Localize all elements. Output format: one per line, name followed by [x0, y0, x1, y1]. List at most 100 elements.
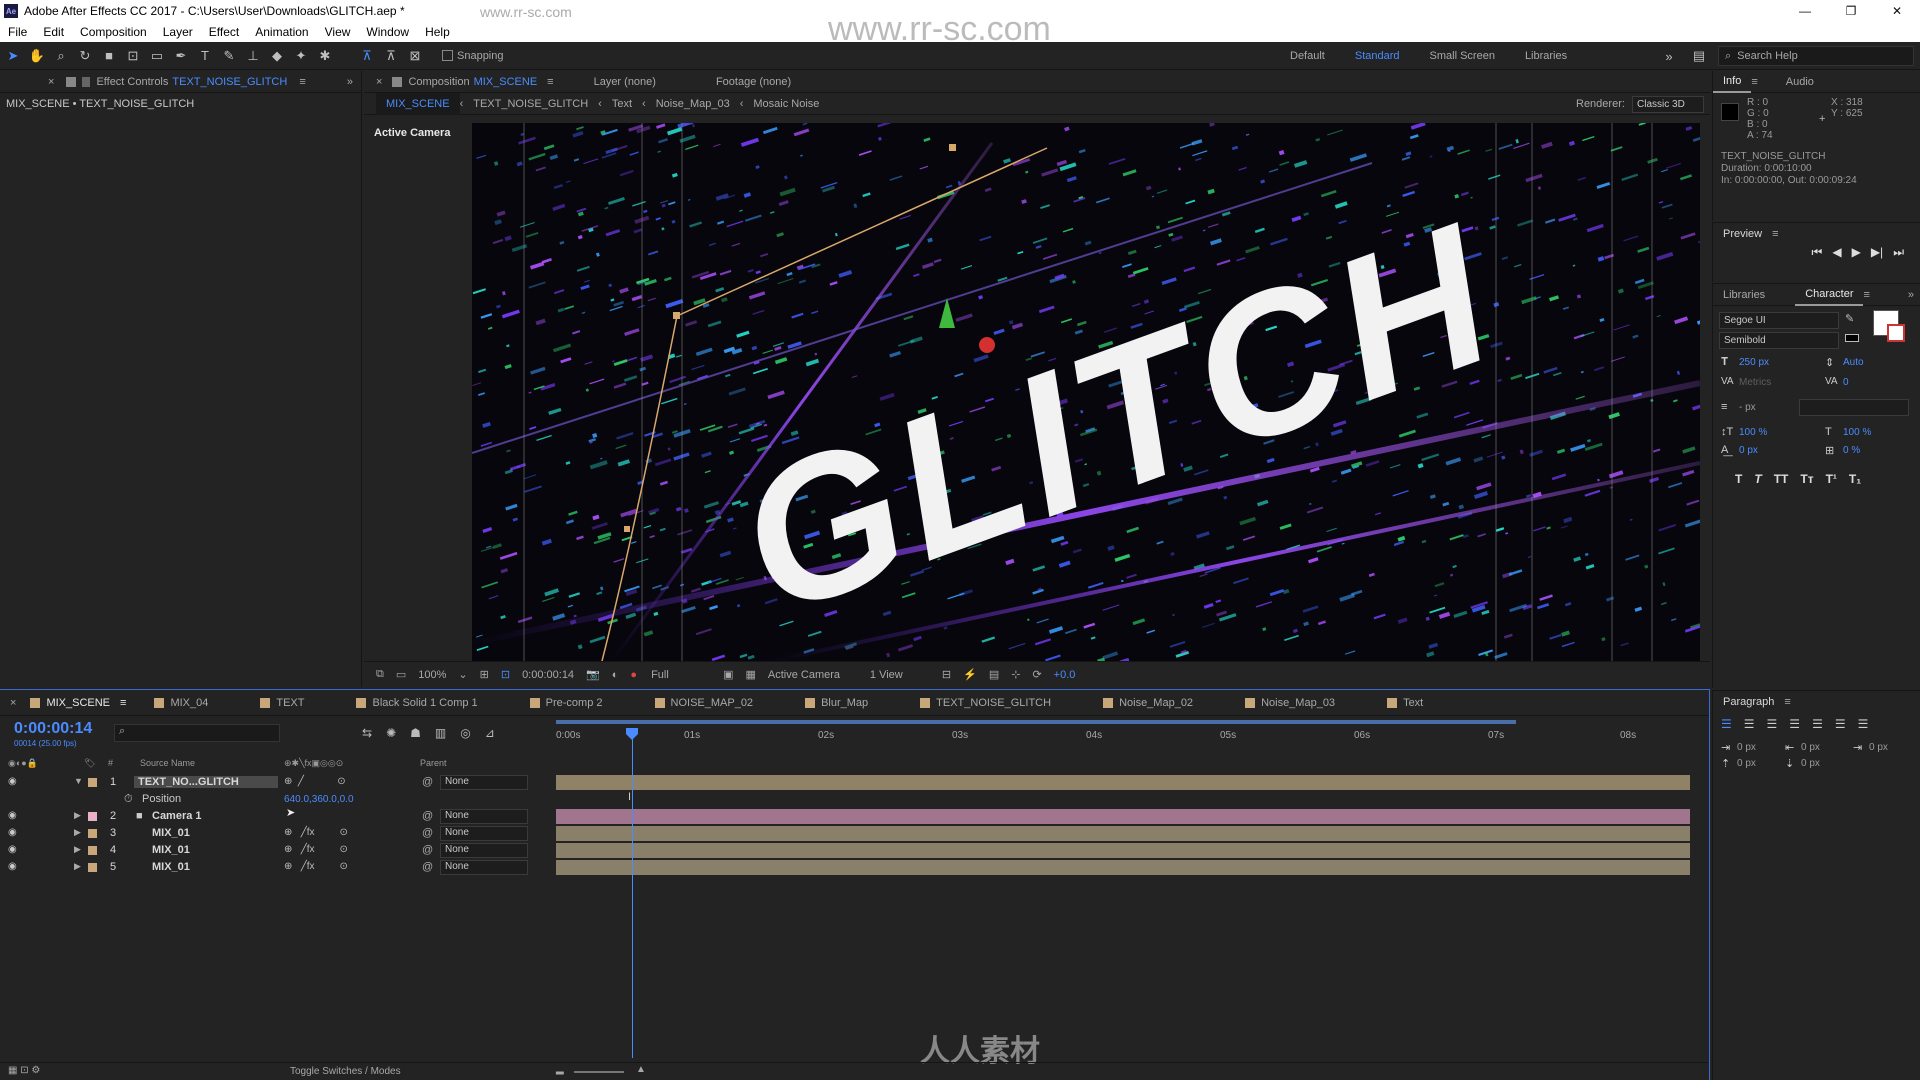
view-dropdown[interactable]: Active Camera — [768, 669, 858, 681]
tsume-value[interactable]: 0 % — [1843, 445, 1860, 456]
collapse-triangle-icon[interactable]: ▼ — [74, 776, 83, 786]
layer-color-label[interactable] — [88, 863, 97, 872]
faux-italic-button[interactable]: T — [1754, 472, 1761, 486]
layer-color-label[interactable] — [88, 846, 97, 855]
hand-tool-icon[interactable]: ✋ — [26, 45, 48, 67]
tab-character[interactable]: Character — [1795, 284, 1864, 306]
align-right-icon[interactable]: ☰ — [1767, 717, 1778, 731]
layer-viewer-tab[interactable]: Layer (none) — [594, 76, 656, 88]
rotate-tool-icon[interactable]: ↻ — [74, 45, 96, 67]
timeline-tab-text[interactable]: TEXT — [246, 697, 318, 709]
eye-icon[interactable]: ◉ — [8, 776, 17, 787]
next-frame-icon[interactable]: ▶| — [1871, 245, 1883, 260]
property-row[interactable]: ⏱ Position 640.0,360.0,0.0 I — [0, 791, 1700, 808]
horizontal-scale-value[interactable]: 100 % — [1843, 427, 1871, 438]
composition-label[interactable]: Composition — [408, 76, 469, 88]
zoom-slider[interactable] — [574, 1071, 624, 1073]
comp-menu-icon[interactable]: ≡ — [547, 76, 553, 88]
layer-switches[interactable]: ⊕ ╱fx ⊙ — [284, 827, 348, 838]
minimize-button[interactable]: — — [1782, 0, 1828, 22]
camera-tool-icon[interactable]: ■ — [98, 45, 120, 67]
layer-row[interactable]: ◉ ▶ 3 MIX_01 ⊕ ╱fx ⊙ @ None — [0, 825, 1700, 842]
menu-window[interactable]: Window — [358, 25, 417, 39]
timeline-tab-text-2[interactable]: Text — [1373, 697, 1437, 709]
position-property-value[interactable]: 640.0,360.0,0.0 — [284, 794, 354, 805]
parent-dropdown[interactable]: None — [440, 860, 528, 875]
kerning-value[interactable]: Metrics — [1739, 377, 1771, 388]
clone-stamp-tool-icon[interactable]: ⊥ — [242, 45, 264, 67]
font-size-value[interactable]: 250 px — [1739, 357, 1769, 368]
expand-triangle-icon[interactable]: ▶ — [74, 810, 81, 821]
indent-right-value[interactable]: 0 px — [1869, 742, 1888, 753]
stroke-color-swatch[interactable] — [1887, 324, 1905, 342]
parent-pickwhip-icon[interactable]: @ — [422, 844, 433, 856]
always-preview-icon[interactable]: ⧉ — [376, 668, 384, 681]
toggle-switches-modes-button[interactable]: Toggle Switches / Modes — [290, 1066, 401, 1077]
reset-exposure-icon[interactable]: ⟳ — [1032, 668, 1041, 681]
close-tab-icon[interactable]: × — [48, 76, 54, 88]
menu-edit[interactable]: Edit — [35, 25, 72, 39]
timeline-tab-noise-map-02b[interactable]: Noise_Map_02 — [1089, 697, 1207, 709]
justify-all-icon[interactable]: ☰ — [1858, 717, 1869, 731]
baseline-shift-value[interactable]: 0 px — [1739, 445, 1758, 456]
stroke-type-dropdown[interactable] — [1799, 399, 1909, 416]
lock-icon[interactable] — [66, 76, 77, 87]
transparency-grid-icon[interactable]: ▦ — [745, 668, 755, 681]
show-snapshot-icon[interactable]: ◐ — [612, 669, 619, 681]
eye-icon[interactable]: ◉ — [8, 844, 17, 855]
parent-dropdown[interactable]: None — [440, 809, 528, 824]
menu-help[interactable]: Help — [417, 25, 458, 39]
effect-controls-label[interactable]: Effect Controls — [96, 76, 168, 88]
layer-duration-bar[interactable] — [556, 809, 1690, 824]
color-channel-icon[interactable]: ● — [630, 669, 637, 681]
timeline-tab-noise-map-02[interactable]: NOISE_MAP_02 — [641, 697, 768, 709]
previous-frame-icon[interactable]: ◀ — [1832, 245, 1841, 260]
brush-tool-icon[interactable]: ✎ — [218, 45, 240, 67]
layer-switches[interactable]: ⊕ ╱ ⊙ — [284, 776, 346, 787]
zoom-tool-icon[interactable]: ⌕ — [50, 45, 72, 67]
eye-icon[interactable]: ◉ — [8, 861, 17, 872]
align-center-icon[interactable]: ☰ — [1744, 717, 1755, 731]
space-after-value[interactable]: 0 px — [1801, 758, 1820, 769]
views-layout-dropdown[interactable]: 1 View — [870, 669, 930, 681]
justify-last-center-icon[interactable]: ☰ — [1812, 717, 1823, 731]
flowchart-icon[interactable]: ⊹ — [1011, 668, 1020, 681]
motion-blur-icon[interactable]: ◎ — [460, 726, 470, 740]
stroke-width-value[interactable]: - px — [1739, 402, 1756, 413]
leading-value[interactable]: Auto — [1843, 357, 1864, 368]
parent-pickwhip-icon[interactable]: @ — [422, 827, 433, 839]
draft-3d-icon[interactable]: ✺ — [386, 726, 396, 740]
tab-paragraph[interactable]: Paragraph — [1713, 696, 1784, 708]
black-swatch-icon[interactable] — [1845, 334, 1859, 342]
timeline-tab-blur-map[interactable]: Blur_Map — [791, 697, 882, 709]
layer-row[interactable]: ◉ ▼ 1 TEXT_NO...GLITCH ⊕ ╱ ⊙ @ None — [0, 774, 1700, 791]
layer-row[interactable]: ◉ ▶ 2 ■ Camera 1 ➤ @ None — [0, 807, 1700, 825]
layer-switches[interactable]: ⊕ ╱fx ⊙ — [284, 861, 348, 872]
timeline-tab-text-noise-glitch[interactable]: TEXT_NOISE_GLITCH — [906, 697, 1065, 709]
layer-search-input[interactable]: ⌕ — [114, 724, 280, 742]
indent-left-value[interactable]: 0 px — [1737, 742, 1756, 753]
zoom-in-icon[interactable]: ▲ — [636, 1064, 646, 1075]
search-help-field[interactable]: ⌕ Search Help — [1718, 46, 1914, 66]
faux-bold-button[interactable]: T — [1735, 472, 1742, 486]
expand-triangle-icon[interactable]: ▶ — [74, 844, 81, 855]
tracking-value[interactable]: 0 — [1843, 377, 1849, 388]
tab-audio[interactable]: Audio — [1776, 76, 1824, 88]
indent-first-value[interactable]: 0 px — [1801, 742, 1820, 753]
zoom-out-icon[interactable]: ▂ — [556, 1064, 564, 1075]
composition-mini-flowchart-icon[interactable]: ⇆ — [362, 726, 372, 740]
layer-duration-bar[interactable] — [556, 826, 1690, 841]
puppet-tool-icon[interactable]: ✱ — [314, 45, 336, 67]
eye-icon[interactable]: ◉ — [8, 810, 17, 821]
layer-color-label[interactable] — [88, 778, 97, 787]
menu-effect[interactable]: Effect — [201, 25, 247, 39]
work-area-bar[interactable] — [556, 720, 1516, 724]
region-of-interest-icon[interactable]: ▣ — [723, 668, 733, 681]
eye-icon[interactable]: ◉ — [8, 827, 17, 838]
panel-lock-icon[interactable] — [82, 76, 91, 87]
parent-pickwhip-icon[interactable]: @ — [422, 861, 433, 873]
timeline-toggle-icon[interactable]: ▤ — [989, 668, 999, 681]
superscript-button[interactable]: T¹ — [1826, 472, 1837, 486]
comp-lock-icon[interactable] — [392, 76, 403, 87]
eyedropper-icon[interactable]: ✎ — [1845, 312, 1854, 325]
